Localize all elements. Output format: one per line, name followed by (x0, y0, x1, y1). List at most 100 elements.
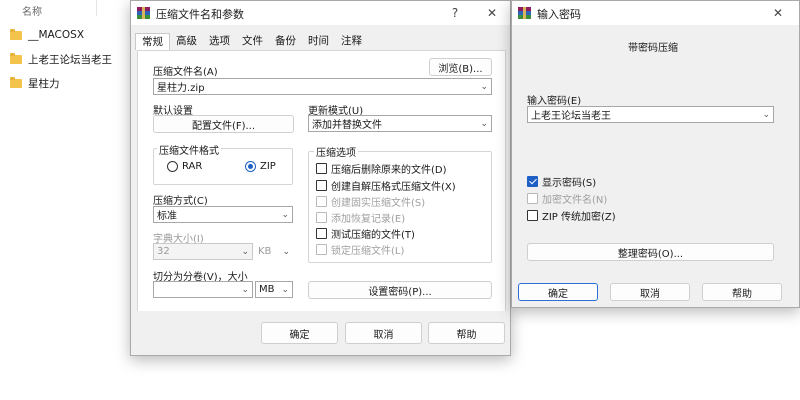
checkbox-icon (316, 196, 327, 207)
checkbox-checked-icon (527, 176, 538, 187)
split-unit: MB (259, 284, 275, 295)
radio-icon (167, 161, 178, 172)
split-unit-select[interactable]: MB ⌄ (255, 281, 293, 298)
chevron-down-icon[interactable]: ⌄ (762, 107, 770, 122)
recovery-record-checkbox[interactable]: 添加恢复记录(E) (316, 210, 405, 225)
column-header-name[interactable]: 名称 (22, 3, 42, 18)
checkbox-icon (527, 210, 538, 221)
tab-comment[interactable]: 注释 (335, 33, 368, 50)
show-password-checkbox[interactable]: 显示密码(S) (527, 174, 596, 189)
checkbox-icon (316, 244, 327, 255)
method-value: 标准 (157, 211, 177, 222)
chevron-down-icon[interactable]: ⌄ (480, 79, 488, 94)
tab-time[interactable]: 时间 (302, 33, 335, 50)
profiles-button[interactable]: 配置文件(F)... (153, 115, 294, 133)
method-select[interactable]: 标准 ⌄ (153, 206, 293, 223)
tab-backup[interactable]: 备份 (269, 33, 302, 50)
archive-dialog-footer: 确定 取消 帮助 (131, 311, 510, 355)
options-group-title: 压缩选项 (314, 144, 358, 159)
chevron-down-icon: ⌄ (281, 209, 289, 220)
zip-legacy-checkbox[interactable]: ZIP 传统加密(Z) (527, 208, 616, 223)
browse-button[interactable]: 浏览(B)... (429, 58, 492, 76)
set-password-button[interactable]: 设置密码(P)... (308, 281, 492, 299)
sfx-checkbox[interactable]: 创建自解压格式压缩文件(X) (316, 178, 456, 193)
close-icon[interactable]: ✕ (769, 4, 787, 22)
chevron-down-icon: ⌄ (282, 246, 290, 257)
checkbox-icon (316, 163, 327, 174)
dict-unit: KB (258, 246, 272, 257)
enter-password-label: 输入密码(E) (527, 96, 582, 107)
archive-name-value: 星柱力.zip (157, 83, 205, 94)
list-item[interactable]: 上老王论坛当老王 (10, 50, 112, 68)
chevron-down-icon[interactable]: ⌄ (241, 282, 249, 297)
password-field[interactable]: 上老王论坛当老王 ⌄ (527, 106, 774, 123)
tab-options[interactable]: 选项 (203, 33, 236, 50)
option-label: 测试压缩的文件(T) (331, 230, 415, 241)
update-mode-value: 添加并替换文件 (312, 120, 382, 131)
password-dialog-subtitle: 带密码压缩 (628, 43, 678, 54)
option-label: 锁定压缩文件(L) (331, 246, 405, 257)
help-icon[interactable]: ? (446, 4, 464, 22)
checkbox-icon (527, 193, 538, 204)
tab-bar: 常规 高级 选项 文件 备份 时间 注释 (135, 33, 368, 50)
chevron-down-icon: ⌄ (480, 118, 488, 129)
list-item[interactable]: __MACOSX (10, 26, 84, 44)
archive-name-label: 压缩文件名(A) (153, 67, 218, 78)
file-name: 星柱力 (28, 77, 60, 90)
option-label: 添加恢复记录(E) (331, 214, 406, 225)
format-rar-label: RAR (182, 161, 203, 172)
split-size-field[interactable]: ⌄ (153, 281, 253, 298)
checkbox-icon (316, 180, 327, 191)
show-password-label: 显示密码(S) (542, 178, 597, 189)
password-dialog-titlebar[interactable]: 输入密码 ✕ (512, 1, 799, 25)
help-button[interactable]: 帮助 (428, 322, 505, 344)
lock-archive-checkbox[interactable]: 锁定压缩文件(L) (316, 242, 404, 257)
password-cancel-button[interactable]: 取消 (610, 283, 690, 301)
format-group-title: 压缩文件格式 (157, 142, 221, 157)
archive-dialog-title: 压缩文件名和参数 (156, 8, 244, 21)
tab-advanced[interactable]: 高级 (170, 33, 203, 50)
password-dialog: 输入密码 ✕ 带密码压缩 输入密码(E) 上老王论坛当老王 ⌄ 显示密码(S) … (511, 0, 800, 308)
cancel-button[interactable]: 取消 (345, 322, 422, 344)
solid-checkbox[interactable]: 创建固实压缩文件(S) (316, 194, 425, 209)
winrar-icon (137, 7, 150, 19)
method-label: 压缩方式(C) (153, 196, 208, 207)
zip-legacy-label: ZIP 传统加密(Z) (542, 212, 616, 223)
list-item[interactable]: 星柱力 (10, 74, 60, 92)
close-icon[interactable]: ✕ (483, 4, 501, 22)
general-tab-panel: 压缩文件名(A) 浏览(B)... 星柱力.zip ⌄ 默认设置 配置文件(F)… (137, 50, 506, 312)
delete-after-checkbox[interactable]: 压缩后删除原来的文件(D) (316, 161, 447, 176)
checkbox-icon (316, 228, 327, 239)
tab-files[interactable]: 文件 (236, 33, 269, 50)
option-label: 创建固实压缩文件(S) (331, 198, 426, 209)
folder-icon (10, 52, 22, 64)
option-label: 压缩后删除原来的文件(D) (331, 165, 447, 176)
format-zip-radio[interactable]: ZIP (245, 161, 276, 172)
folder-icon (10, 28, 22, 40)
folder-icon (10, 76, 22, 88)
column-divider[interactable] (96, 0, 97, 16)
archive-dialog: 压缩文件名和参数 ? ✕ 常规 高级 选项 文件 备份 时间 注释 压缩文件名(… (130, 0, 511, 356)
test-files-checkbox[interactable]: 测试压缩的文件(T) (316, 226, 415, 241)
dict-select[interactable]: 32 ⌄ (153, 243, 253, 260)
archive-name-field[interactable]: 星柱力.zip ⌄ (153, 78, 492, 95)
organize-passwords-button[interactable]: 整理密码(O)... (527, 243, 774, 261)
format-rar-radio[interactable]: RAR (167, 161, 202, 172)
file-name: 上老王论坛当老王 (28, 53, 112, 66)
checkbox-icon (316, 212, 327, 223)
format-zip-label: ZIP (260, 161, 276, 172)
dict-value: 32 (157, 246, 170, 257)
encrypt-names-checkbox[interactable]: 加密文件名(N) (527, 191, 607, 206)
password-dialog-title: 输入密码 (537, 8, 581, 21)
update-mode-select[interactable]: 添加并替换文件 ⌄ (308, 115, 492, 132)
password-value: 上老王论坛当老王 (531, 111, 611, 122)
ok-button[interactable]: 确定 (261, 322, 338, 344)
archive-dialog-titlebar[interactable]: 压缩文件名和参数 ? ✕ (131, 1, 510, 25)
radio-selected-icon (245, 161, 256, 172)
dict-unit-select[interactable]: KB ⌄ (255, 243, 293, 260)
tab-general[interactable]: 常规 (135, 33, 170, 50)
option-label: 创建自解压格式压缩文件(X) (331, 182, 456, 193)
password-help-button[interactable]: 帮助 (702, 283, 782, 301)
encrypt-names-label: 加密文件名(N) (542, 195, 608, 206)
password-ok-button[interactable]: 确定 (518, 283, 598, 301)
